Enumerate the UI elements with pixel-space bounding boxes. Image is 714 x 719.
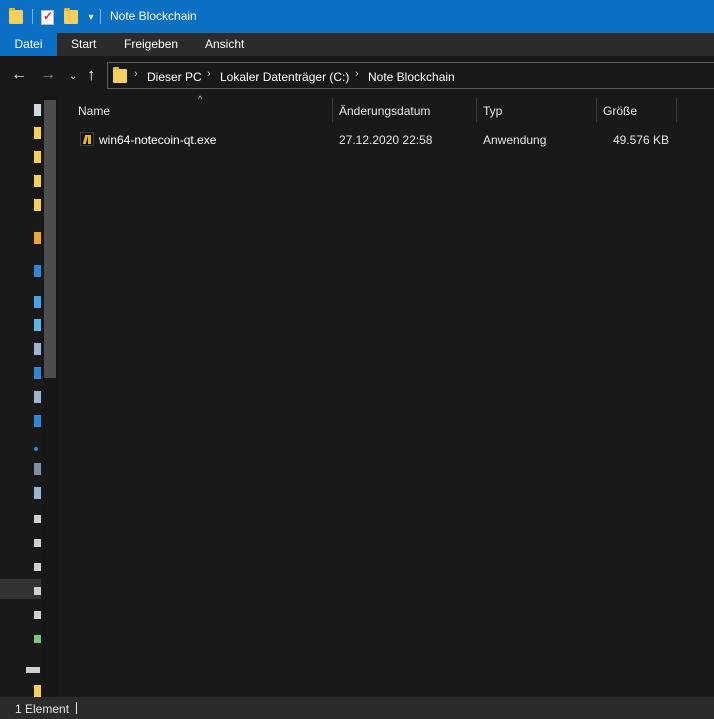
ribbon-tabs: Datei Start Freigeben Ansicht [0, 33, 714, 56]
forward-arrow-icon[interactable]: → [40, 66, 56, 84]
status-bar: 1 Element [0, 697, 714, 719]
tab-ansicht[interactable]: Ansicht [205, 33, 244, 56]
item-count: 1 Element [15, 702, 70, 716]
navigation-pane[interactable] [0, 95, 41, 697]
properties-icon[interactable] [41, 8, 54, 26]
column-divider[interactable] [676, 98, 677, 122]
music-icon[interactable] [34, 447, 38, 451]
drive-icon[interactable] [34, 563, 41, 571]
documents-icon[interactable] [34, 367, 41, 379]
quick-access-icon[interactable] [34, 104, 41, 116]
breadcrumb-note-blockchain[interactable]: Note Blockchain [368, 70, 455, 84]
drive-icon[interactable] [34, 587, 41, 595]
column-divider[interactable] [596, 98, 597, 122]
drive-icon[interactable] [34, 611, 41, 619]
new-folder-icon[interactable] [64, 8, 78, 26]
folder-icon[interactable] [34, 199, 41, 211]
creative-cloud-folder-icon[interactable] [34, 232, 41, 244]
breadcrumb-this-pc[interactable]: Dieser PC [147, 70, 202, 84]
folder-icon[interactable] [34, 151, 41, 163]
tab-datei[interactable]: Datei [0, 33, 57, 56]
window-title: Note Blockchain [110, 9, 197, 23]
drive-icon[interactable] [34, 515, 41, 523]
column-header-type[interactable]: Typ [483, 104, 502, 118]
column-header-size[interactable]: Größe [603, 104, 637, 118]
application-icon [80, 132, 94, 146]
address-bar[interactable]: › Dieser PC › Lokaler Datenträger (C:) ›… [107, 62, 714, 89]
onedrive-icon[interactable] [34, 265, 41, 277]
file-modified: 27.12.2020 22:58 [339, 133, 433, 147]
breadcrumb-local-disk[interactable]: Lokaler Datenträger (C:) [220, 70, 349, 84]
navigation-bar: ← → ⌄ ↑ › Dieser PC › Lokaler Datenträge… [0, 56, 714, 95]
folder-icon[interactable] [34, 127, 41, 139]
videos-icon[interactable] [34, 463, 41, 475]
title-bar: ▾ Note Blockchain [0, 0, 714, 33]
network-drive-icon[interactable] [26, 667, 40, 673]
breadcrumb-chevron-icon[interactable]: › [355, 68, 359, 80]
folder-icon[interactable] [9, 8, 23, 26]
recent-locations-icon[interactable]: ⌄ [69, 68, 77, 86]
folder-icon [113, 67, 127, 83]
folder-icon[interactable] [34, 175, 41, 187]
3d-objects-icon[interactable] [34, 319, 41, 331]
column-divider[interactable] [476, 98, 477, 122]
column-divider[interactable] [332, 98, 333, 122]
folder-icon[interactable] [34, 685, 41, 697]
title-divider [100, 9, 101, 24]
file-name[interactable]: win64-notecoin-qt.exe [99, 133, 216, 147]
sort-ascending-icon: ^ [198, 94, 203, 104]
title-divider [32, 9, 33, 24]
tab-freigeben[interactable]: Freigeben [124, 33, 178, 56]
this-pc-icon[interactable] [34, 296, 41, 308]
column-header-modified[interactable]: Änderungsdatum [339, 104, 430, 118]
status-divider [76, 702, 77, 714]
usb-drive-icon[interactable] [34, 635, 41, 643]
back-arrow-icon[interactable]: ← [11, 66, 27, 84]
local-disk-icon[interactable] [34, 487, 41, 499]
nav-pane-scrollbar-thumb[interactable] [44, 100, 56, 378]
file-size: 49.576 KB [612, 133, 669, 147]
breadcrumb-chevron-icon[interactable]: › [207, 68, 211, 80]
up-arrow-icon[interactable]: ↑ [87, 66, 96, 84]
desktop-icon[interactable] [34, 343, 41, 355]
tab-start[interactable]: Start [71, 33, 96, 56]
drive-icon[interactable] [34, 539, 41, 547]
column-header-name[interactable]: Name [78, 104, 110, 118]
file-row[interactable]: win64-notecoin-qt.exe 27.12.2020 22:58 A… [74, 129, 674, 151]
quick-access-dropdown-icon[interactable]: ▾ [86, 8, 96, 26]
breadcrumb-chevron-icon[interactable]: › [134, 68, 138, 80]
pictures-icon[interactable] [34, 391, 41, 403]
file-type: Anwendung [483, 133, 547, 147]
downloads-icon[interactable] [34, 415, 41, 427]
file-list[interactable] [58, 95, 714, 697]
